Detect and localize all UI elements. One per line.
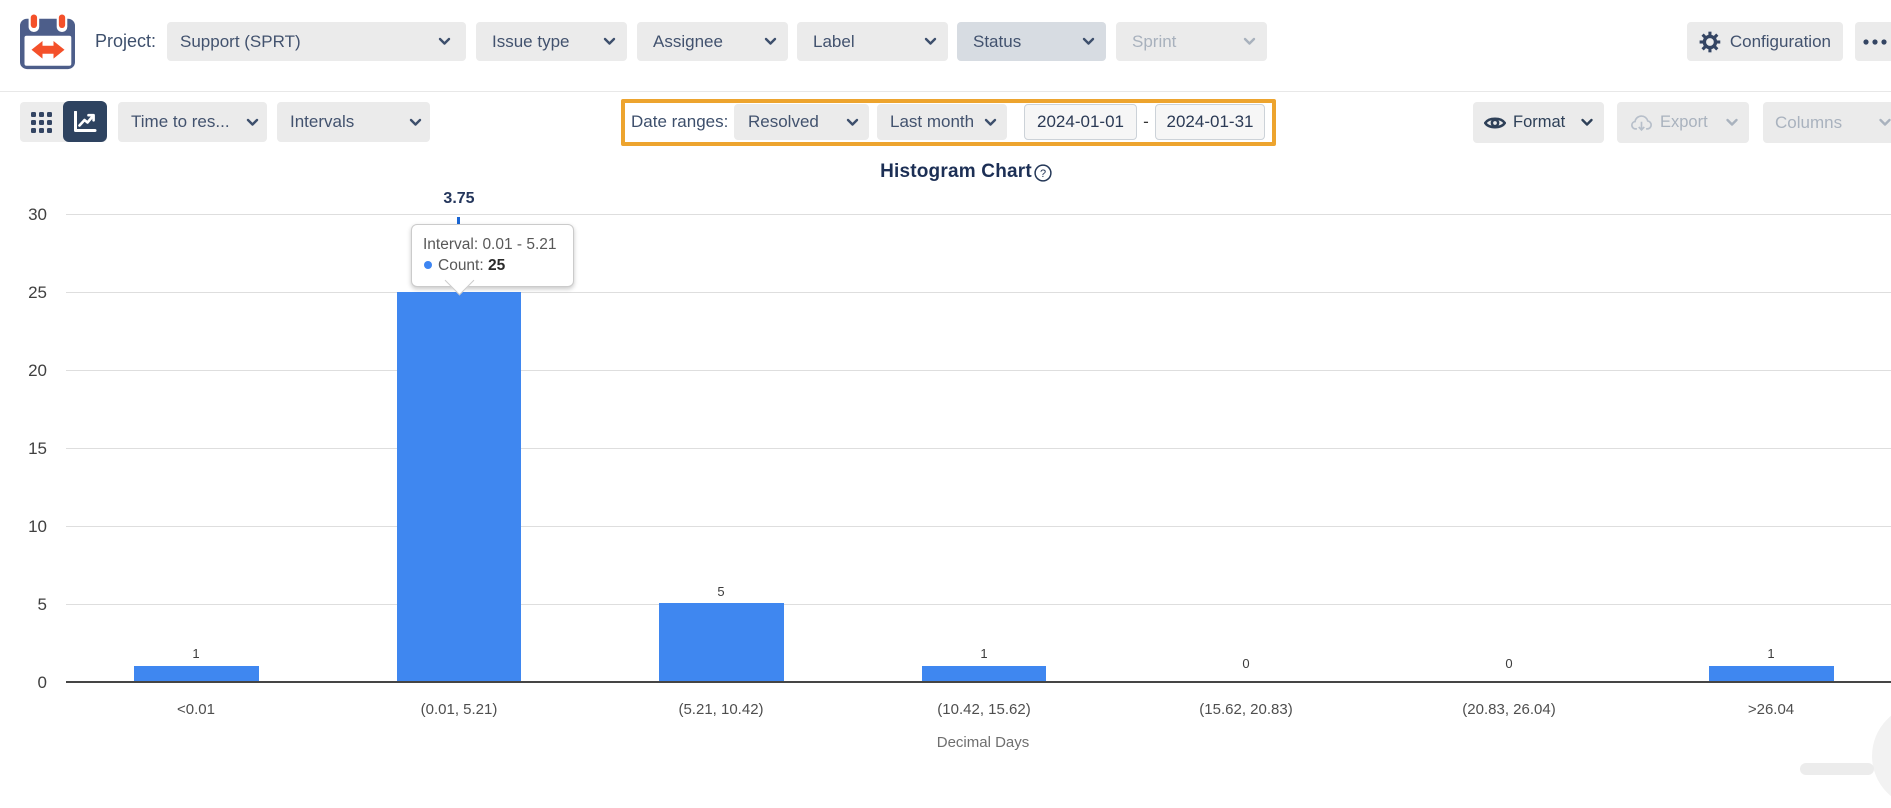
svg-text:?: ? bbox=[1040, 168, 1046, 180]
